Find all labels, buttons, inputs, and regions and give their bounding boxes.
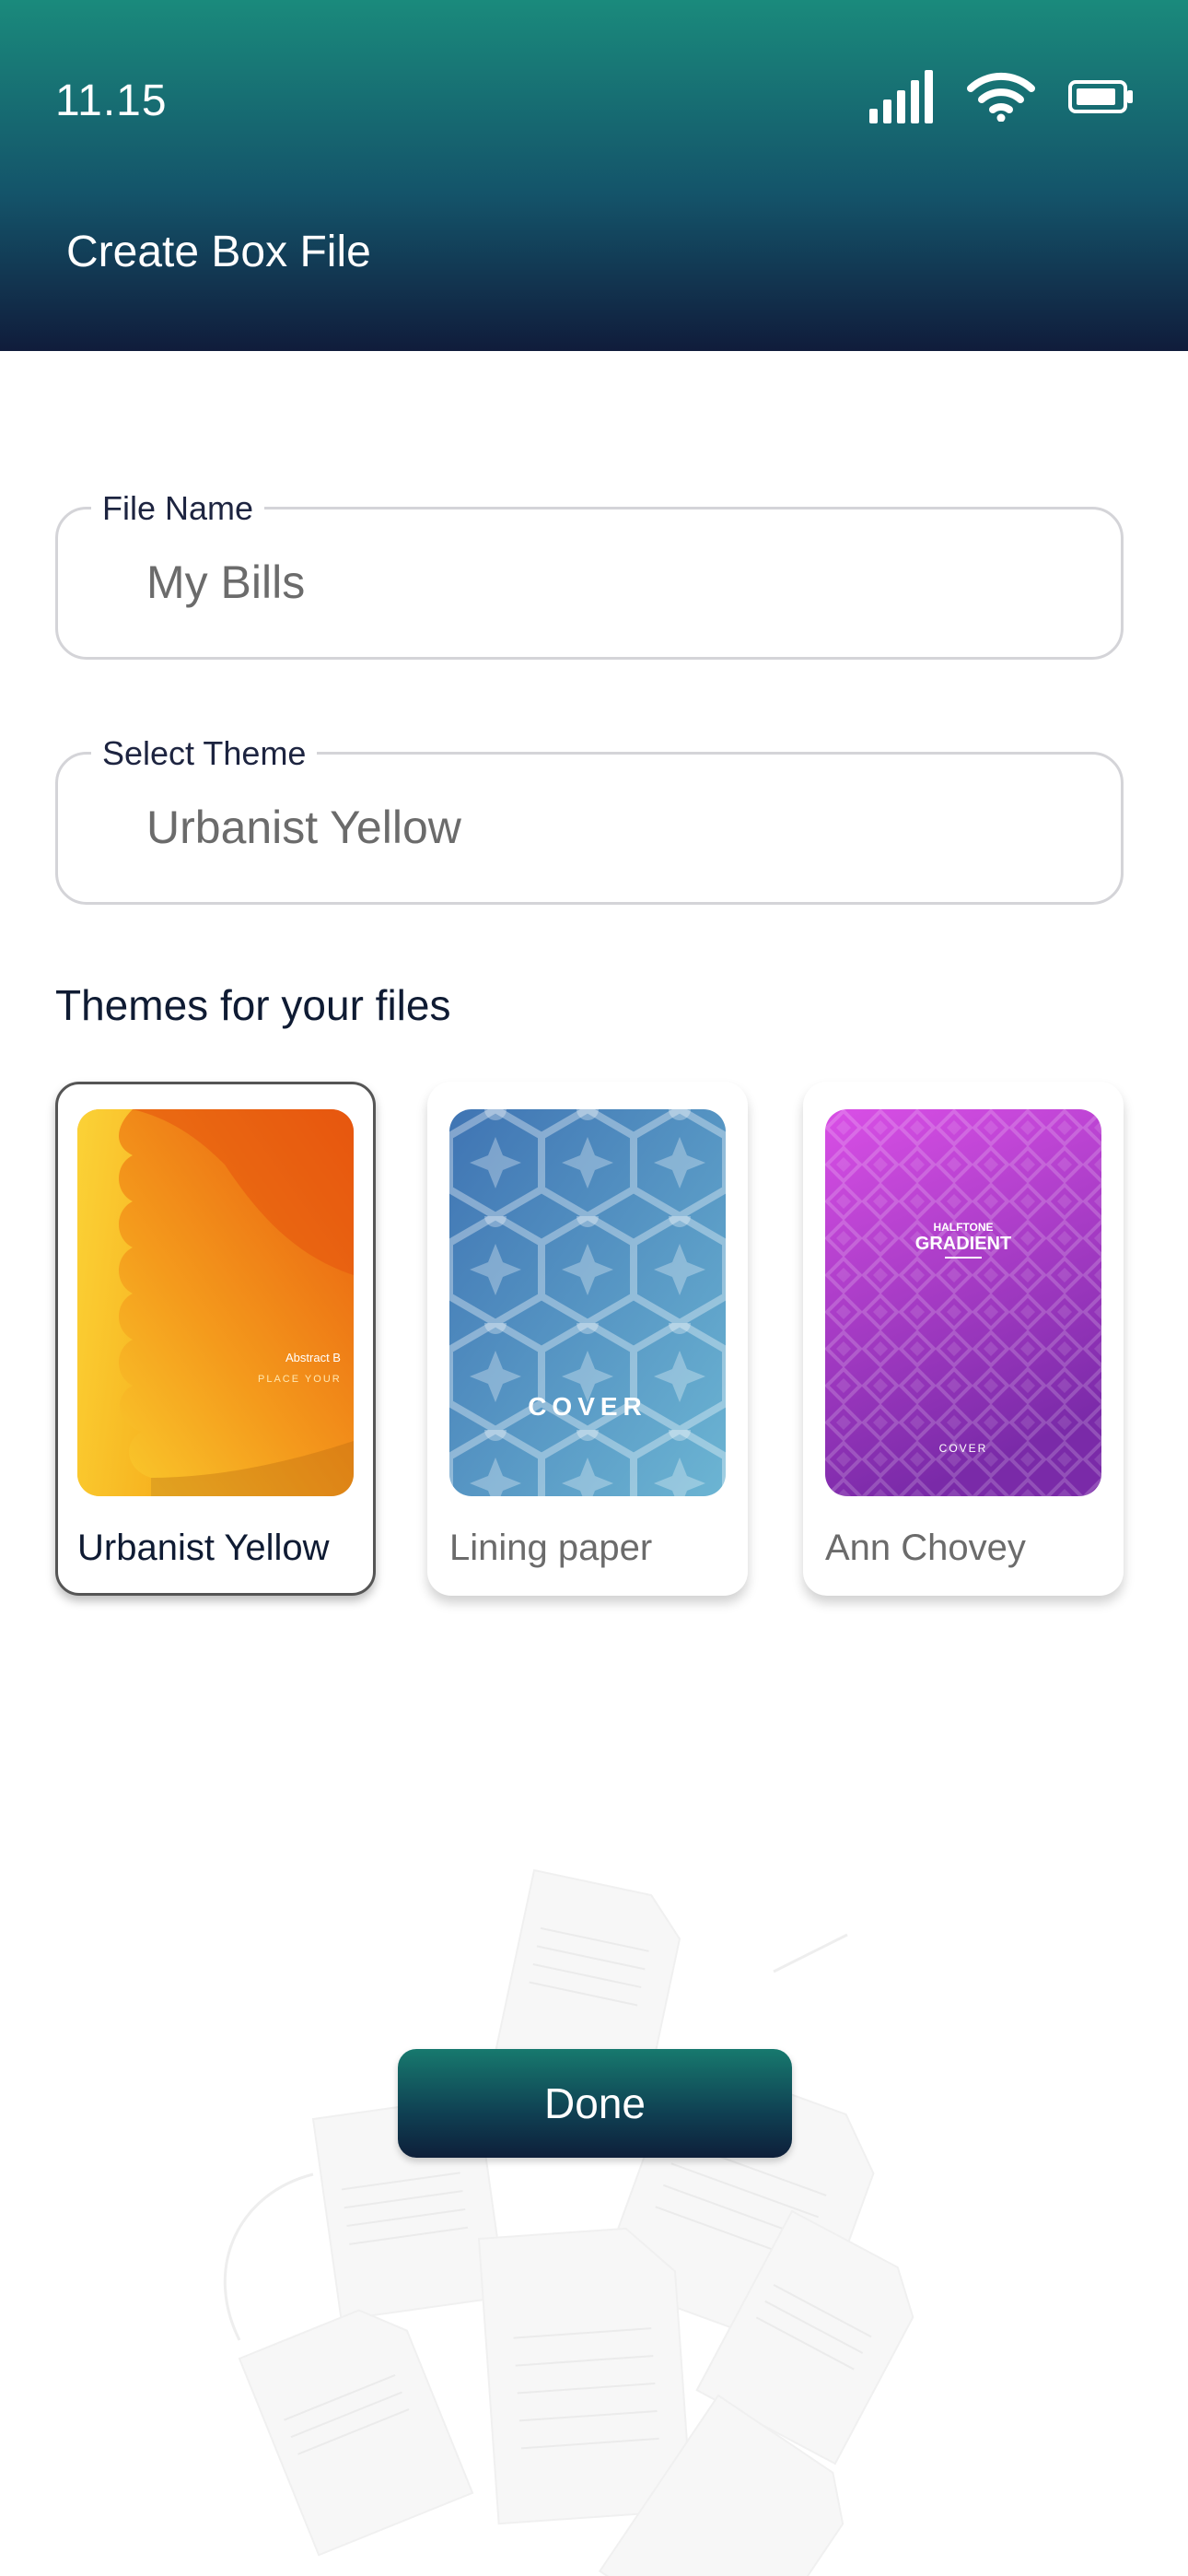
theme-card-ann-chovey[interactable]: HALFTONE GRADIENT COVER Ann Chovey	[803, 1082, 1124, 1596]
done-button[interactable]: Done	[398, 2049, 792, 2158]
signal-icon	[869, 70, 933, 123]
status-time: 11.15	[55, 76, 168, 125]
cover-text-top: HALFTONE	[933, 1221, 993, 1234]
theme-card-lining-paper[interactable]: COVER Lining paper	[427, 1082, 748, 1596]
select-theme-value[interactable]: Urbanist Yellow	[146, 801, 461, 854]
theme-thumbnail: HALFTONE GRADIENT COVER	[825, 1109, 1101, 1496]
file-name-field[interactable]: File Name My Bills	[55, 489, 1124, 660]
cover-text-bottom: COVER	[939, 1442, 988, 1455]
cover-text: COVER	[528, 1392, 647, 1421]
theme-thumbnail: Abstract B PLACE YOUR	[77, 1109, 354, 1496]
cover-text-main: GRADIENT	[915, 1234, 1011, 1254]
file-name-label: File Name	[91, 489, 265, 528]
app-header: 11.15 Create Box File	[0, 0, 1188, 351]
themes-section-title: Themes for your files	[55, 981, 451, 1029]
page-title: Create Box File	[66, 228, 371, 276]
theme-card-label: Ann Chovey	[825, 1528, 1026, 1568]
wifi-icon	[967, 72, 1035, 122]
cover-text: Abstract B	[285, 1351, 341, 1364]
battery-icon	[1068, 80, 1133, 113]
documents-illustration	[223, 1868, 914, 2576]
cover-subtext: PLACE YOUR	[258, 1374, 342, 1385]
select-theme-label: Select Theme	[91, 734, 318, 773]
theme-card-urbanist-yellow[interactable]: Abstract B PLACE YOUR Urbanist Yellow	[55, 1082, 376, 1596]
status-icons	[869, 70, 1135, 123]
file-name-value[interactable]: My Bills	[146, 556, 305, 609]
theme-card-label: Urbanist Yellow	[77, 1528, 330, 1568]
theme-card-label: Lining paper	[449, 1528, 653, 1568]
select-theme-field[interactable]: Select Theme Urbanist Yellow	[55, 734, 1124, 905]
theme-thumbnail: COVER	[449, 1109, 726, 1496]
done-button-label: Done	[544, 2079, 646, 2127]
